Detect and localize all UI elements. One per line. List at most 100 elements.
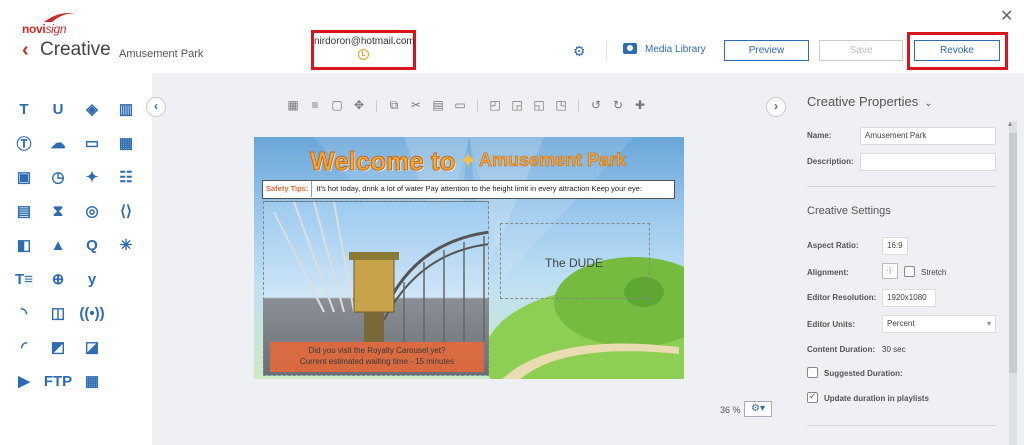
scroll-up-icon[interactable]: ▴ [1008, 119, 1012, 128]
send-backward-icon[interactable]: ◳ [550, 98, 572, 113]
tv-icon[interactable]: ▭ [75, 126, 109, 160]
broadcast-icon[interactable]: ((•)) [75, 296, 109, 330]
grid-icon[interactable]: ▦ [282, 98, 304, 113]
zoom-control[interactable]: ⚙▾ [744, 401, 772, 417]
toolbar-separator [376, 100, 377, 112]
safety-ticker[interactable]: Safety Tips: It's hot today, drink a lot … [262, 180, 675, 199]
widget-toolbox: T U ◈ ▥ Ⓣ ☁ ▭ ▦ ▣ ◷ ✦ ☷ ▤ ⧗ ◎ ⟨⟩ ◧ ▲ Q ✳ T≡ ⊕ y ◝ ◫ ((•)) ◜ ◩ ◪ ▶ FTP ▦ [0, 73, 152, 445]
table-icon[interactable]: ▦ [109, 126, 143, 160]
gallery-icon[interactable]: ◫ [41, 296, 75, 330]
user-email: nirdoron@hotmail.com [314, 36, 415, 47]
text-widget-content: The DUDE [545, 256, 604, 270]
logo-text-sign: sign [45, 22, 67, 36]
zoom-level: 36 % [720, 405, 741, 415]
creative-name: Amusement Park [119, 48, 204, 60]
people-icon[interactable]: ☷ [109, 160, 143, 194]
move-icon[interactable]: ✥ [348, 98, 370, 113]
text-box-icon[interactable]: Ⓣ [7, 126, 41, 160]
camera-icon[interactable] [623, 43, 637, 54]
toolbar-separator [578, 100, 579, 112]
settings-title: Creative Settings [807, 205, 891, 217]
align-left-icon[interactable]: ≡ [304, 98, 326, 113]
media-library-link[interactable]: Media Library [645, 44, 706, 55]
name-field[interactable]: Amusement Park [860, 127, 996, 145]
editor-toolbar: ▦ ≡ ▢ ✥ ⧉ ✂ ▤ ▭ ◰ ◲ ◱ ◳ ↺ ↻ ✚ [282, 98, 651, 113]
undo-icon[interactable]: ↺ [585, 98, 607, 113]
bring-front-icon[interactable]: ◰ [484, 98, 506, 113]
units-select[interactable]: Percent ▾ [882, 315, 996, 333]
widget-grid: T U ◈ ▥ Ⓣ ☁ ▭ ▦ ▣ ◷ ✦ ☷ ▤ ⧗ ◎ ⟨⟩ ◧ ▲ Q ✳ T≡ ⊕ y ◝ ◫ ((•)) ◜ ◩ ◪ ▶ FTP ▦ [7, 92, 143, 398]
properties-title-text: Creative Properties [807, 94, 919, 109]
calendar-icon[interactable]: ▦ [75, 364, 109, 398]
image-icon[interactable]: ▣ [7, 160, 41, 194]
video-icon[interactable]: ▤ [7, 194, 41, 228]
add-user-icon[interactable]: ✚ [629, 98, 651, 113]
scrollbar-thumb[interactable] [1009, 133, 1017, 373]
text-list-icon[interactable]: T≡ [7, 262, 41, 296]
fit-icon[interactable]: ▢ [326, 98, 348, 113]
q-icon[interactable]: Q [75, 228, 109, 262]
chart-icon[interactable]: ▥ [109, 92, 143, 126]
globe-icon[interactable]: ⊕ [41, 262, 75, 296]
stretch-label: Stretch [921, 268, 947, 277]
alignment-icon[interactable]: ·|· [882, 263, 898, 279]
aspect-ratio-select[interactable]: 16:9 [882, 237, 908, 255]
loader-icon[interactable]: ✳ [109, 228, 143, 262]
rss-icon[interactable]: ◝ [7, 296, 41, 330]
back-button[interactable]: ‹ [22, 40, 29, 60]
bring-forward-icon[interactable]: ◱ [528, 98, 550, 113]
close-icon[interactable]: ✕ [1000, 6, 1013, 26]
code-icon[interactable]: ⟨⟩ [109, 194, 143, 228]
collapse-right-icon[interactable]: › [766, 97, 786, 117]
page-title: Creative [40, 39, 111, 60]
alignment-label: Alignment: [807, 268, 849, 277]
aspect-ratio-label: Aspect Ratio: [807, 241, 859, 250]
paste-icon[interactable]: ▤ [427, 98, 449, 113]
suggested-duration-checkbox[interactable] [807, 367, 818, 378]
clock-icon [358, 49, 369, 60]
roller-coaster-image[interactable]: Did you visit the Royalty Carousel yet? … [263, 201, 489, 376]
send-back-icon[interactable]: ◲ [506, 98, 528, 113]
youtube-icon[interactable]: ▶ [7, 364, 41, 398]
save-button[interactable]: Save [819, 40, 903, 61]
preview-button[interactable]: Preview [724, 40, 809, 61]
description-field[interactable] [860, 153, 996, 171]
header-divider [606, 40, 607, 60]
update-duration-checkbox[interactable] [807, 391, 818, 403]
user-info[interactable]: nirdoron@hotmail.com [311, 30, 416, 70]
revoke-button[interactable]: Revoke [914, 40, 1000, 61]
shapes-icon[interactable]: ▲ [41, 228, 75, 262]
yammer-icon[interactable]: y [75, 262, 109, 296]
ftp-icon[interactable]: FTP [41, 364, 75, 398]
update-duration-label: Update duration in playlists [824, 394, 929, 403]
banner-park-text: Amusement Park [479, 150, 627, 171]
twitter-icon[interactable]: ✦ [75, 160, 109, 194]
caption-box[interactable]: Did you visit the Royalty Carousel yet? … [270, 342, 484, 372]
app-window: novisign ‹ Creative Amusement Park nirdo… [0, 0, 1024, 445]
properties-panel: Creative Properties ⌄ Name: Amusement Par… [786, 73, 1024, 445]
underline-text-icon[interactable]: U [41, 92, 75, 126]
resolution-field[interactable]: 1920x1080 [882, 289, 936, 307]
text-widget[interactable]: The DUDE [500, 223, 650, 299]
text-icon[interactable]: T [7, 92, 41, 126]
web-icon[interactable]: ◈ [75, 92, 109, 126]
image-grid-icon[interactable]: ◩ [41, 330, 75, 364]
creative-stage[interactable]: Welcome to ✦ Amusement Park Safety Tips:… [254, 137, 684, 379]
properties-title[interactable]: Creative Properties ⌄ [807, 94, 933, 109]
redo-icon[interactable]: ↻ [607, 98, 629, 113]
welcome-banner[interactable]: Welcome to ✦ Amusement Park [254, 137, 684, 182]
weather-icon[interactable]: ☁ [41, 126, 75, 160]
instagram-icon[interactable]: ◎ [75, 194, 109, 228]
copy-icon[interactable]: ⧉ [383, 98, 405, 113]
cut-icon[interactable]: ✂ [405, 98, 427, 113]
settings-gear-icon[interactable]: ⚙ [573, 43, 586, 60]
ad-image-icon[interactable]: ◪ [75, 330, 109, 364]
clock-icon[interactable]: ◷ [41, 160, 75, 194]
collapse-left-icon[interactable]: ‹ [146, 97, 166, 117]
stretch-checkbox[interactable] [904, 266, 915, 277]
ticker-label: Safety Tips: [263, 181, 313, 197]
rss-feed-icon[interactable]: ◜ [7, 330, 41, 364]
delete-icon[interactable]: ▭ [449, 98, 471, 113]
hourglass-icon[interactable]: ⧗ [41, 194, 75, 228]
slideshow-icon[interactable]: ◧ [7, 228, 41, 262]
